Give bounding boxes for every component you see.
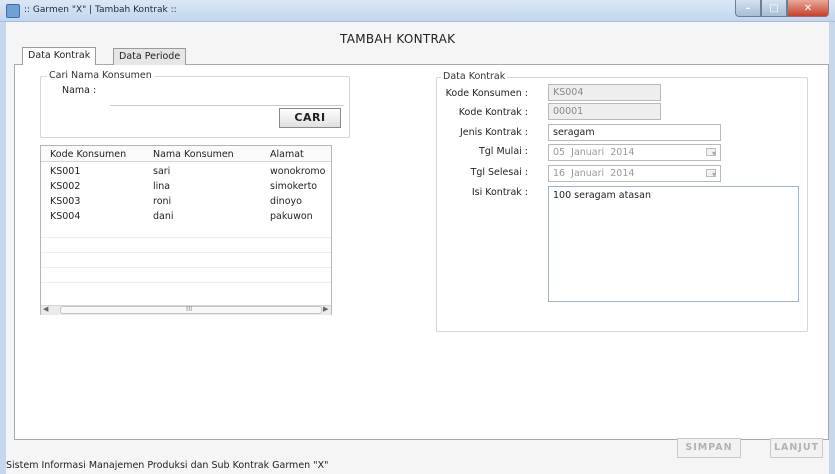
column-header-nama[interactable]: Nama Konsumen (153, 149, 234, 160)
column-header-alamat[interactable]: Alamat (270, 149, 304, 160)
tab-data-kontrak[interactable]: Data Kontrak (22, 47, 97, 65)
jenis-kontrak-label: Jenis Kontrak : (459, 127, 528, 138)
tab-data-periode[interactable]: Data Periode (113, 48, 187, 65)
lanjut-button[interactable]: LANJUT (770, 438, 823, 458)
kode-kontrak-label: Kode Kontrak : (458, 107, 528, 118)
scroll-left-arrow-icon[interactable]: ◀ (43, 305, 48, 313)
cell-nama[interactable]: dani (153, 211, 174, 222)
nama-label: Nama : (62, 85, 97, 96)
cari-button[interactable]: CARI (279, 108, 341, 128)
cell-alamat[interactable]: wonokromo (270, 166, 326, 177)
tgl-mulai-date-picker[interactable]: 05 Januari 2014 ▾ (548, 144, 721, 161)
tgl-mulai-day: 05 (553, 147, 566, 158)
window-controls: – □ ✕ (735, 0, 829, 18)
calendar-icon[interactable]: ▾ (706, 148, 716, 158)
window-frame-right (829, 22, 835, 474)
tgl-selesai-month: Januari (571, 168, 605, 179)
simpan-button[interactable]: SIMPAN (677, 438, 741, 458)
tgl-mulai-year: 2014 (610, 147, 635, 158)
minimize-icon[interactable]: – (735, 0, 761, 17)
nama-search-input[interactable] (110, 90, 344, 106)
calendar-icon[interactable]: ▾ (706, 169, 716, 179)
app-icon (6, 4, 20, 18)
cell-alamat[interactable]: pakuwon (270, 211, 313, 222)
tgl-selesai-year: 2014 (610, 168, 635, 179)
cell-alamat[interactable]: simokerto (270, 181, 317, 192)
scroll-right-arrow-icon[interactable]: ▶ (323, 305, 328, 313)
search-group-label: Cari Nama Konsumen (47, 70, 154, 81)
page-title: TAMBAH KONTRAK (340, 32, 456, 46)
kode-konsumen-label: Kode Konsumen : (445, 88, 528, 99)
jenis-kontrak-input[interactable]: seragam (548, 124, 721, 141)
cell-kode[interactable]: KS001 (50, 166, 80, 177)
cell-nama[interactable]: lina (153, 181, 170, 192)
row-divider (41, 237, 331, 238)
scrollbar-grip: III (186, 305, 193, 313)
close-icon[interactable]: ✕ (787, 0, 829, 17)
cell-alamat[interactable]: dinoyo (270, 196, 302, 207)
row-divider (41, 267, 331, 268)
cell-kode[interactable]: KS003 (50, 196, 80, 207)
maximize-icon[interactable]: □ (761, 0, 787, 17)
status-bar-text: Sistem Informasi Manajemen Produksi dan … (6, 460, 329, 471)
tgl-selesai-label: Tgl Selesai : (470, 167, 528, 178)
cell-kode[interactable]: KS004 (50, 211, 80, 222)
window-title: :: Garmen "X" | Tambah Kontrak :: (24, 5, 177, 15)
row-divider (41, 252, 331, 253)
isi-kontrak-textarea[interactable]: 100 seragam atasan (548, 186, 799, 302)
tgl-selesai-day: 16 (553, 168, 566, 179)
column-header-kode[interactable]: Kode Konsumen (50, 149, 126, 160)
tgl-selesai-date-picker[interactable]: 16 Januari 2014 ▾ (548, 165, 721, 182)
tgl-mulai-month: Januari (571, 147, 605, 158)
cell-kode[interactable]: KS002 (50, 181, 80, 192)
kode-kontrak-field: 00001 (548, 103, 661, 120)
kode-konsumen-field: KS004 (548, 84, 661, 101)
data-kontrak-group-label: Data Kontrak (441, 71, 508, 82)
cell-nama[interactable]: sari (153, 166, 170, 177)
cell-nama[interactable]: roni (153, 196, 171, 207)
tgl-mulai-label: Tgl Mulai : (478, 146, 528, 157)
isi-kontrak-label: Isi Kontrak : (471, 187, 528, 198)
row-divider (41, 282, 331, 283)
